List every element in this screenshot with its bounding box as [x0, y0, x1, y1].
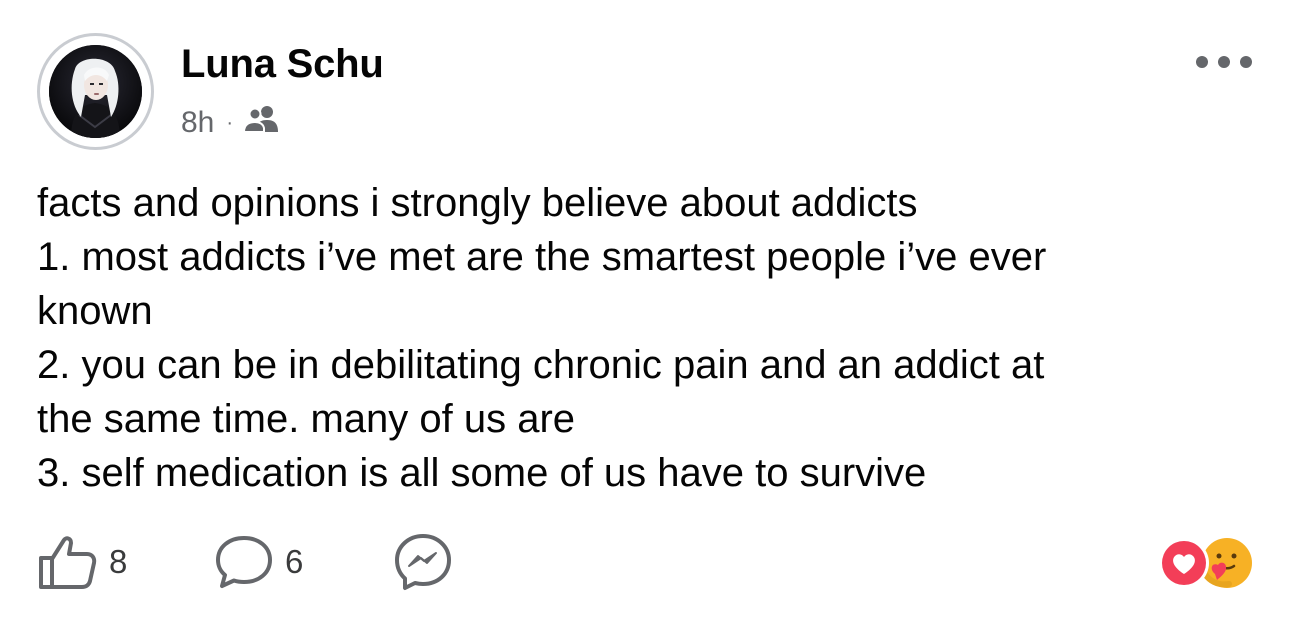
post-text-line: known — [37, 289, 153, 333]
friends-icon[interactable] — [243, 104, 281, 142]
post-body: facts and opinions i strongly believe ab… — [37, 176, 1257, 500]
meta-separator: · — [226, 111, 234, 134]
post-text-line: 2. you can be in debilitating chronic pa… — [37, 343, 1045, 387]
avatar-photo — [49, 45, 142, 138]
reaction-summary[interactable] — [1157, 536, 1257, 590]
post-text-line: facts and opinions i strongly believe ab… — [37, 181, 918, 225]
send-messenger-button[interactable] — [393, 532, 453, 592]
comment-count[interactable]: 6 — [285, 543, 303, 581]
profile-avatar[interactable] — [37, 33, 154, 150]
comment-bubble-icon — [216, 536, 272, 588]
action-bar: 8 6 — [37, 530, 453, 594]
care-reaction-icon — [1202, 538, 1252, 588]
more-dot — [1196, 56, 1208, 68]
author-name[interactable]: Luna Schu — [181, 42, 384, 87]
post-text-line: 3. self medication is all some of us hav… — [37, 451, 927, 495]
more-dot — [1240, 56, 1252, 68]
post-text-line: the same time. many of us are — [37, 397, 576, 441]
like-count[interactable]: 8 — [109, 543, 127, 581]
comment-button[interactable]: 6 — [215, 534, 393, 590]
more-options-button[interactable] — [1196, 50, 1252, 74]
post-timestamp[interactable]: 8h — [181, 106, 214, 140]
more-dot — [1218, 56, 1230, 68]
post-meta: 8h · — [181, 104, 281, 142]
messenger-icon — [395, 534, 451, 590]
like-button[interactable]: 8 — [37, 534, 215, 590]
post-text-line: 1. most addicts i’ve met are the smartes… — [37, 235, 1047, 279]
love-reaction-icon — [1159, 538, 1209, 588]
thumbs-up-icon — [39, 536, 97, 589]
